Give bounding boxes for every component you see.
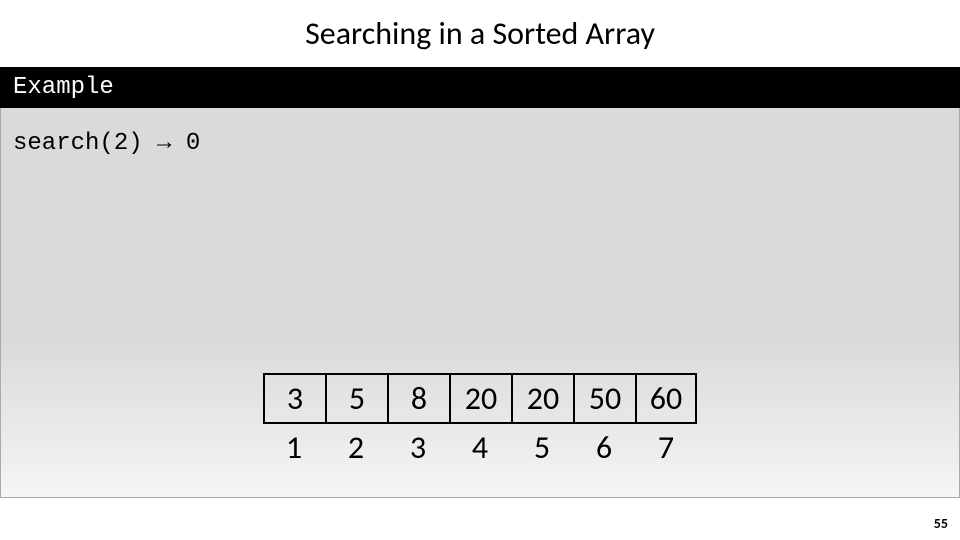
array-diagram: 3 5 8 20 20 50 60 1 2 3 4 5 6 7: [263, 373, 697, 471]
array-cell: 20: [511, 373, 573, 424]
array-index: 3: [387, 424, 449, 471]
array-index: 1: [263, 424, 325, 471]
array-cell: 20: [449, 373, 511, 424]
search-expression: search(2) → 0: [1, 108, 959, 179]
example-bar: Example: [0, 67, 960, 108]
array-cell: 3: [263, 373, 325, 424]
slide: Searching in a Sorted Array Example sear…: [0, 0, 960, 540]
array-cell: 60: [635, 373, 697, 424]
array-cell: 50: [573, 373, 635, 424]
array-cell: 5: [325, 373, 387, 424]
page-number: 55: [934, 515, 948, 532]
array-index: 6: [573, 424, 635, 471]
array-cell: 8: [387, 373, 449, 424]
slide-title: Searching in a Sorted Array: [0, 0, 960, 67]
array-index: 5: [511, 424, 573, 471]
array-indices-row: 1 2 3 4 5 6 7: [263, 424, 697, 471]
content-box: search(2) → 0 3 5 8 20 20 50 60 1 2 3 4 …: [0, 108, 960, 498]
array-index: 2: [325, 424, 387, 471]
array-index: 7: [635, 424, 697, 471]
array-index: 4: [449, 424, 511, 471]
example-label: Example: [13, 74, 114, 101]
array-values-row: 3 5 8 20 20 50 60: [263, 373, 697, 424]
